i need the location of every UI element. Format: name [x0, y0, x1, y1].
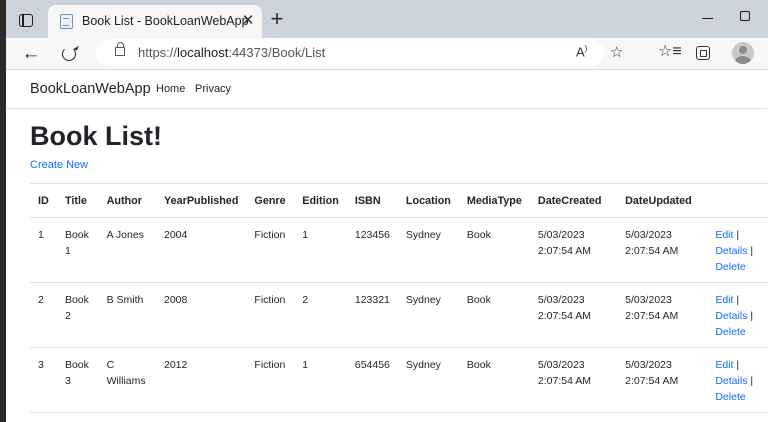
cell-year: 2004 [156, 217, 247, 283]
cell-date-updated: 5/03/2023 2:07:54 AM [617, 217, 708, 283]
delete-link[interactable]: Delete [715, 391, 745, 403]
site-brand-link[interactable]: BookLoanWebApp [30, 81, 151, 97]
table-row: 3 Book 3 C Williams 2012 Fiction 1 65445… [30, 347, 768, 413]
close-tab-icon[interactable]: ✕ [238, 11, 258, 31]
separator: | [733, 229, 740, 241]
separator: | [733, 359, 740, 371]
web-page: BookLoanWebApp Home Privacy Book List! C… [6, 71, 768, 422]
cell-id: 1 [30, 217, 57, 283]
column-header: Genre [246, 183, 295, 218]
cell-location: Sydney [397, 347, 459, 413]
cell-edition: 1 [294, 217, 347, 283]
edit-link[interactable]: Edit [715, 229, 733, 241]
cell-title: Book 3 [56, 347, 99, 413]
create-new-link[interactable]: Create New [30, 159, 88, 171]
table-header-row: ID Title Author YearPublished Genre Edit… [30, 183, 768, 218]
cell-year: 2008 [156, 282, 247, 348]
profile-avatar[interactable] [732, 42, 754, 64]
column-header: ISBN [346, 183, 398, 218]
cell-genre: Fiction [246, 217, 295, 283]
column-header: ID [30, 183, 57, 218]
lock-icon[interactable] [115, 42, 125, 56]
cell-date-created: 5/03/2023 2:07:54 AM [529, 347, 618, 413]
column-header: DateUpdated [617, 183, 708, 218]
read-aloud-icon[interactable]: A) [576, 44, 587, 59]
cell-actions: Edit | Details | Delete [707, 282, 768, 348]
cell-edition: 2 [294, 282, 347, 348]
new-tab-button[interactable]: + [266, 8, 288, 31]
cell-author: B Smith [98, 282, 156, 348]
browser-window: Book List - BookLoanWebApp ✕ + ← https:/… [6, 0, 768, 422]
delete-link[interactable]: Delete [715, 261, 745, 273]
cell-actions: Edit | Details | Delete [707, 347, 768, 413]
back-arrow-icon[interactable]: ← [18, 41, 44, 67]
cell-date-created: 5/03/2023 2:07:54 AM [529, 282, 618, 348]
site-navbar: BookLoanWebApp Home Privacy [6, 71, 768, 109]
column-header: Location [397, 183, 459, 218]
cell-media-type: Book [458, 217, 530, 283]
favorites-icon[interactable]: ☆≡ [658, 41, 682, 61]
cell-actions: Edit | Details | Delete [707, 217, 768, 283]
nav-link-privacy[interactable]: Privacy [195, 83, 231, 95]
column-header-actions [707, 183, 768, 218]
column-header: YearPublished [156, 183, 247, 218]
column-header: DateCreated [529, 183, 618, 218]
cell-isbn: 123321 [346, 282, 398, 348]
page-favicon-icon [60, 14, 73, 29]
cell-title: Book 2 [56, 282, 99, 348]
separator: | [747, 245, 754, 257]
cell-location: Sydney [397, 282, 459, 348]
details-link[interactable]: Details [715, 375, 747, 387]
separator: | [733, 294, 740, 306]
tab-actions-icon[interactable] [14, 8, 38, 32]
cell-media-type: Book [458, 282, 530, 348]
page-title: Book List! [30, 121, 162, 151]
cell-date-updated: 5/03/2023 2:07:54 AM [617, 347, 708, 413]
cell-id: 3 [30, 347, 57, 413]
table-row: 1 Book 1 A Jones 2004 Fiction 1 123456 S… [30, 217, 768, 283]
cell-id: 2 [30, 282, 57, 348]
cell-author: C Williams [98, 347, 156, 413]
delete-link[interactable]: Delete [715, 326, 745, 338]
cell-isbn: 123456 [346, 217, 398, 283]
details-link[interactable]: Details [715, 245, 747, 257]
browser-tab[interactable]: Book List - BookLoanWebApp ✕ [48, 5, 262, 38]
tab-strip: Book List - BookLoanWebApp ✕ + [6, 0, 768, 38]
cell-date-updated: 5/03/2023 2:07:54 AM [617, 282, 708, 348]
collections-icon[interactable] [696, 46, 710, 60]
book-table: ID Title Author YearPublished Genre Edit… [30, 183, 768, 413]
url-text[interactable]: https://localhost:44373/Book/List [138, 45, 325, 60]
cell-year: 2012 [156, 347, 247, 413]
tab-title: Book List - BookLoanWebApp [82, 14, 249, 28]
nav-link-home[interactable]: Home [156, 83, 185, 95]
cell-media-type: Book [458, 347, 530, 413]
add-favorite-icon[interactable]: ☆ [610, 43, 623, 61]
cell-location: Sydney [397, 217, 459, 283]
cell-edition: 1 [294, 347, 347, 413]
cell-isbn: 654456 [346, 347, 398, 413]
column-header: Edition [294, 183, 347, 218]
edit-link[interactable]: Edit [715, 359, 733, 371]
reload-icon[interactable] [56, 41, 82, 67]
cell-genre: Fiction [246, 282, 295, 348]
column-header: Title [56, 183, 99, 218]
details-link[interactable]: Details [715, 310, 747, 322]
separator: | [747, 375, 754, 387]
cell-author: A Jones [98, 217, 156, 283]
cell-genre: Fiction [246, 347, 295, 413]
browser-toolbar: ← https://localhost:44373/Book/List A) ☆… [6, 38, 768, 70]
column-header: Author [98, 183, 156, 218]
separator: | [747, 310, 754, 322]
column-header: MediaType [458, 183, 530, 218]
minimize-icon[interactable] [696, 8, 720, 28]
edit-link[interactable]: Edit [715, 294, 733, 306]
maximize-icon[interactable] [740, 11, 750, 21]
table-row: 2 Book 2 B Smith 2008 Fiction 2 123321 S… [30, 282, 768, 348]
cell-date-created: 5/03/2023 2:07:54 AM [529, 217, 618, 283]
address-bar[interactable]: https://localhost:44373/Book/List A) ☆ [96, 39, 623, 67]
cell-title: Book 1 [56, 217, 99, 283]
